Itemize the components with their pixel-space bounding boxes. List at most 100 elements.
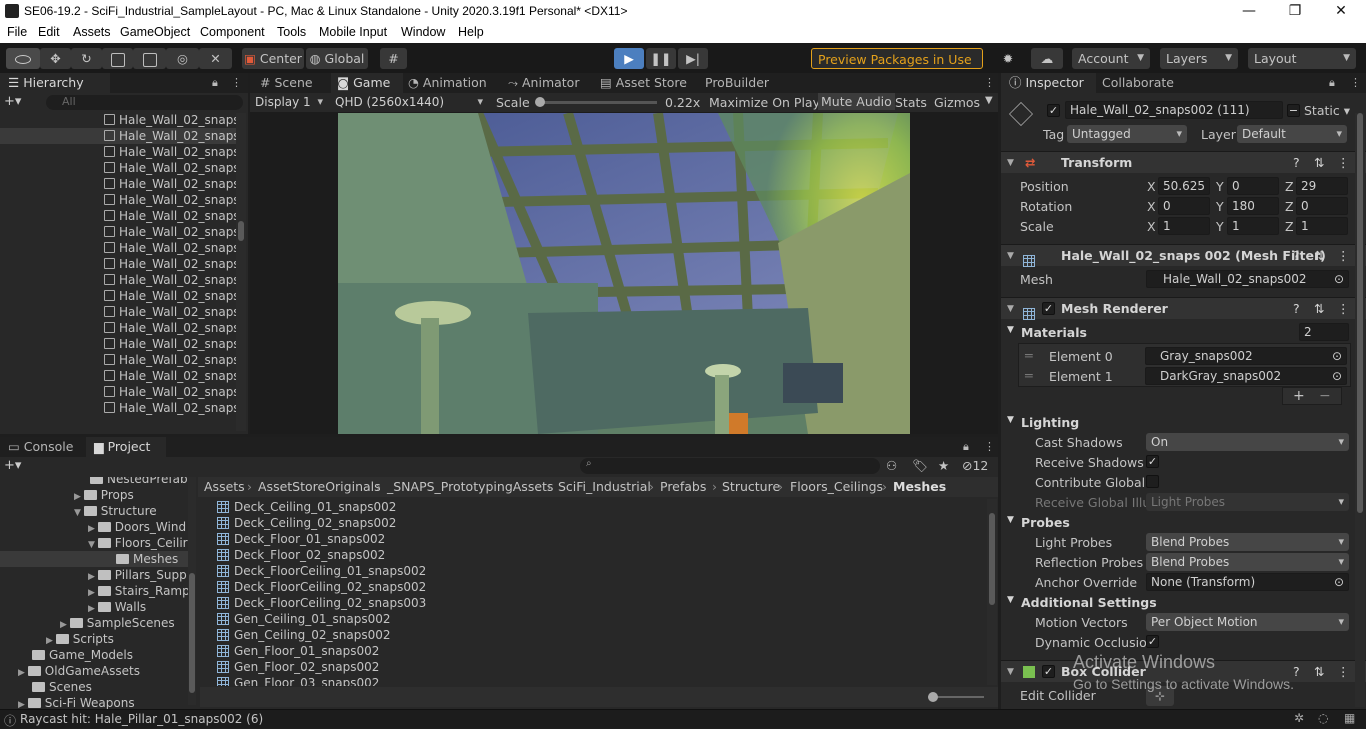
pivot-mode-button[interactable]: ▣ Center	[242, 48, 304, 69]
materials-count-field[interactable]: 2	[1299, 323, 1349, 341]
move-tool-button[interactable]: ✥	[40, 48, 71, 69]
pivot-space-button[interactable]: ◍ Global	[306, 48, 368, 69]
tab-scene[interactable]: # Scene	[256, 73, 334, 93]
scrollbar-thumb[interactable]	[238, 221, 244, 241]
list-item[interactable]: Hale_Wall_02_snaps	[104, 352, 236, 368]
progress-icon[interactable]: ◌	[1318, 711, 1328, 725]
layout-dropdown[interactable]: Layout ▼	[1248, 48, 1356, 69]
tree-item-selected[interactable]: Meshes	[0, 551, 190, 567]
rotation-x-field[interactable]: 0	[1158, 197, 1210, 215]
lock-icon[interactable]: 🔒︎	[212, 76, 218, 90]
breadcrumb-floors-ceilings[interactable]: Floors_Ceilings	[790, 477, 883, 497]
project-search-input[interactable]: ⌕	[580, 458, 880, 474]
menu-file[interactable]: File	[7, 25, 27, 39]
breadcrumb-structure[interactable]: Structure	[722, 477, 780, 497]
preview-packages-button[interactable]: Preview Packages in Use ▼	[811, 48, 983, 88]
anchor-override-field[interactable]: None (Transform) ⊙	[1146, 573, 1349, 591]
kebab-menu-icon[interactable]: ⋮	[1337, 298, 1350, 320]
object-picker-icon[interactable]: ⊙	[1334, 271, 1344, 287]
search-by-label-icon[interactable]: 🏷︎	[912, 458, 928, 474]
breadcrumb-scifi-industrial[interactable]: SciFi_Industrial	[558, 477, 651, 497]
collapse-arrow-icon[interactable]: ▼	[1007, 595, 1014, 605]
contribute-gi-checkbox[interactable]	[1146, 475, 1159, 488]
slider-thumb[interactable]	[928, 692, 938, 702]
scale-y-field[interactable]: 1	[1227, 217, 1279, 235]
tab-animation[interactable]: ◔ Animation	[408, 73, 504, 93]
tree-item[interactable]: ▶ Walls	[88, 599, 146, 615]
hierarchy-scrollbar[interactable]	[236, 113, 246, 431]
object-picker-icon[interactable]: ⊙	[1332, 348, 1342, 364]
layers-dropdown[interactable]: Layers ▼	[1160, 48, 1238, 69]
mesh-renderer-enabled-checkbox[interactable]: ✓	[1042, 302, 1055, 315]
kebab-menu-icon[interactable]: ⋮	[1337, 245, 1350, 267]
close-button[interactable]: ✕	[1318, 0, 1364, 23]
list-item[interactable]: Hale_Wall_02_snaps	[104, 192, 236, 208]
receive-shadows-checkbox[interactable]: ✓	[1146, 455, 1159, 468]
kebab-menu-icon[interactable]: ⋮	[1350, 76, 1361, 89]
active-checkbox[interactable]: ✓	[1047, 104, 1060, 117]
maximize-on-play-toggle[interactable]: Maximize On Play	[709, 95, 820, 110]
list-item[interactable]: Hale_Wall_02_snaps	[104, 144, 236, 160]
file-item[interactable]: Gen_Ceiling_02_snaps002	[217, 627, 391, 643]
step-button[interactable]: ▶|	[678, 48, 708, 69]
list-item-selected[interactable]: Hale_Wall_02_snaps	[0, 128, 236, 144]
collapse-arrow-icon[interactable]: ▼	[1007, 325, 1014, 335]
lock-icon[interactable]: 🔒︎	[963, 440, 969, 454]
list-item[interactable]: Hale_Wall_02_snaps	[104, 304, 236, 320]
file-item[interactable]: Deck_Floor_01_snaps002	[217, 531, 385, 547]
mesh-renderer-header[interactable]: ▼ ✓ Mesh Renderer ? ⇅ ⋮	[1001, 297, 1366, 320]
tree-item[interactable]: ▶ SampleScenes	[60, 615, 175, 631]
collapse-arrow-icon[interactable]: ▼	[1007, 415, 1014, 425]
tree-item[interactable]: ▼ Floors_Ceilir	[88, 535, 188, 551]
rotation-z-field[interactable]: 0	[1296, 197, 1348, 215]
maximize-button[interactable]: ❐	[1272, 0, 1318, 23]
kebab-menu-icon[interactable]: ⋮	[984, 76, 995, 89]
light-probes-dropdown[interactable]: Blend Probes	[1146, 533, 1349, 551]
file-item[interactable]: Gen_Ceiling_01_snaps002	[217, 611, 391, 627]
list-item[interactable]: Hale_Wall_02_snaps	[104, 320, 236, 336]
preset-icon[interactable]: ⇅	[1314, 245, 1324, 267]
drag-handle-icon[interactable]: ═	[1025, 348, 1033, 363]
dynamic-occlusion-checkbox[interactable]: ✓	[1146, 635, 1159, 648]
tab-game[interactable]: ◙ Game	[331, 73, 403, 93]
tab-collaborate[interactable]: Collaborate	[1102, 73, 1192, 93]
reflection-probes-dropdown[interactable]: Blend Probes	[1146, 553, 1349, 571]
chevron-down-icon[interactable]: ▼	[985, 95, 993, 106]
position-x-field[interactable]: 50.625	[1158, 177, 1210, 195]
file-item[interactable]: Deck_FloorCeiling_02_snaps003	[217, 595, 426, 611]
scrollbar-thumb[interactable]	[189, 573, 195, 693]
tree-item[interactable]: ▶ Stairs_Ramp	[88, 583, 190, 599]
tree-item[interactable]: NestedPrefabs	[90, 477, 194, 487]
tab-inspector[interactable]: ⓘ Inspector	[1001, 73, 1096, 93]
inspector-scrollbar[interactable]	[1355, 113, 1365, 707]
scale-slider[interactable]	[535, 97, 657, 107]
tree-item[interactable]: ▼ Structure	[74, 503, 157, 519]
custom-tool-button[interactable]: ✕	[199, 48, 232, 69]
drag-handle-icon[interactable]: ═	[1025, 368, 1033, 383]
menu-mobile-input[interactable]: Mobile Input	[319, 25, 387, 39]
tab-asset-store[interactable]: ▤ Asset Store	[600, 73, 700, 93]
list-item[interactable]: Hale_Wall_02_snaps	[104, 160, 236, 176]
breadcrumb-prefabs[interactable]: Prefabs	[660, 477, 706, 497]
object-picker-icon[interactable]: ⊙	[1334, 574, 1344, 590]
kebab-menu-icon[interactable]: ⋮	[984, 440, 995, 453]
list-item[interactable]: Hale_Wall_02_snaps	[104, 208, 236, 224]
cache-server-icon[interactable]: ▦	[1344, 711, 1355, 725]
breadcrumb-meshes[interactable]: Meshes	[893, 477, 946, 497]
menu-component[interactable]: Component	[200, 25, 265, 39]
list-item[interactable]: Hale_Wall_02_snaps	[104, 272, 236, 288]
file-item[interactable]: Deck_Ceiling_01_snaps002	[217, 499, 396, 515]
kebab-menu-icon[interactable]: ⋮	[1337, 152, 1350, 174]
menu-window[interactable]: Window	[401, 25, 445, 39]
file-item[interactable]: Deck_FloorCeiling_01_snaps002	[217, 563, 426, 579]
box-collider-enabled-checkbox[interactable]: ✓	[1042, 665, 1055, 678]
resolution-dropdown[interactable]: QHD (2560x1440)	[330, 93, 488, 111]
file-item[interactable]: Deck_Floor_02_snaps002	[217, 547, 385, 563]
help-icon[interactable]: ?	[1293, 152, 1300, 174]
list-item[interactable]: Hale_Wall_02_snaps	[104, 176, 236, 192]
tab-probuilder[interactable]: ProBuilder	[705, 73, 785, 93]
help-icon[interactable]: ?	[1293, 245, 1300, 267]
display-dropdown[interactable]: Display 1	[250, 93, 328, 111]
kebab-menu-icon[interactable]: ⋮	[1337, 661, 1350, 683]
scale-z-field[interactable]: 1	[1296, 217, 1348, 235]
